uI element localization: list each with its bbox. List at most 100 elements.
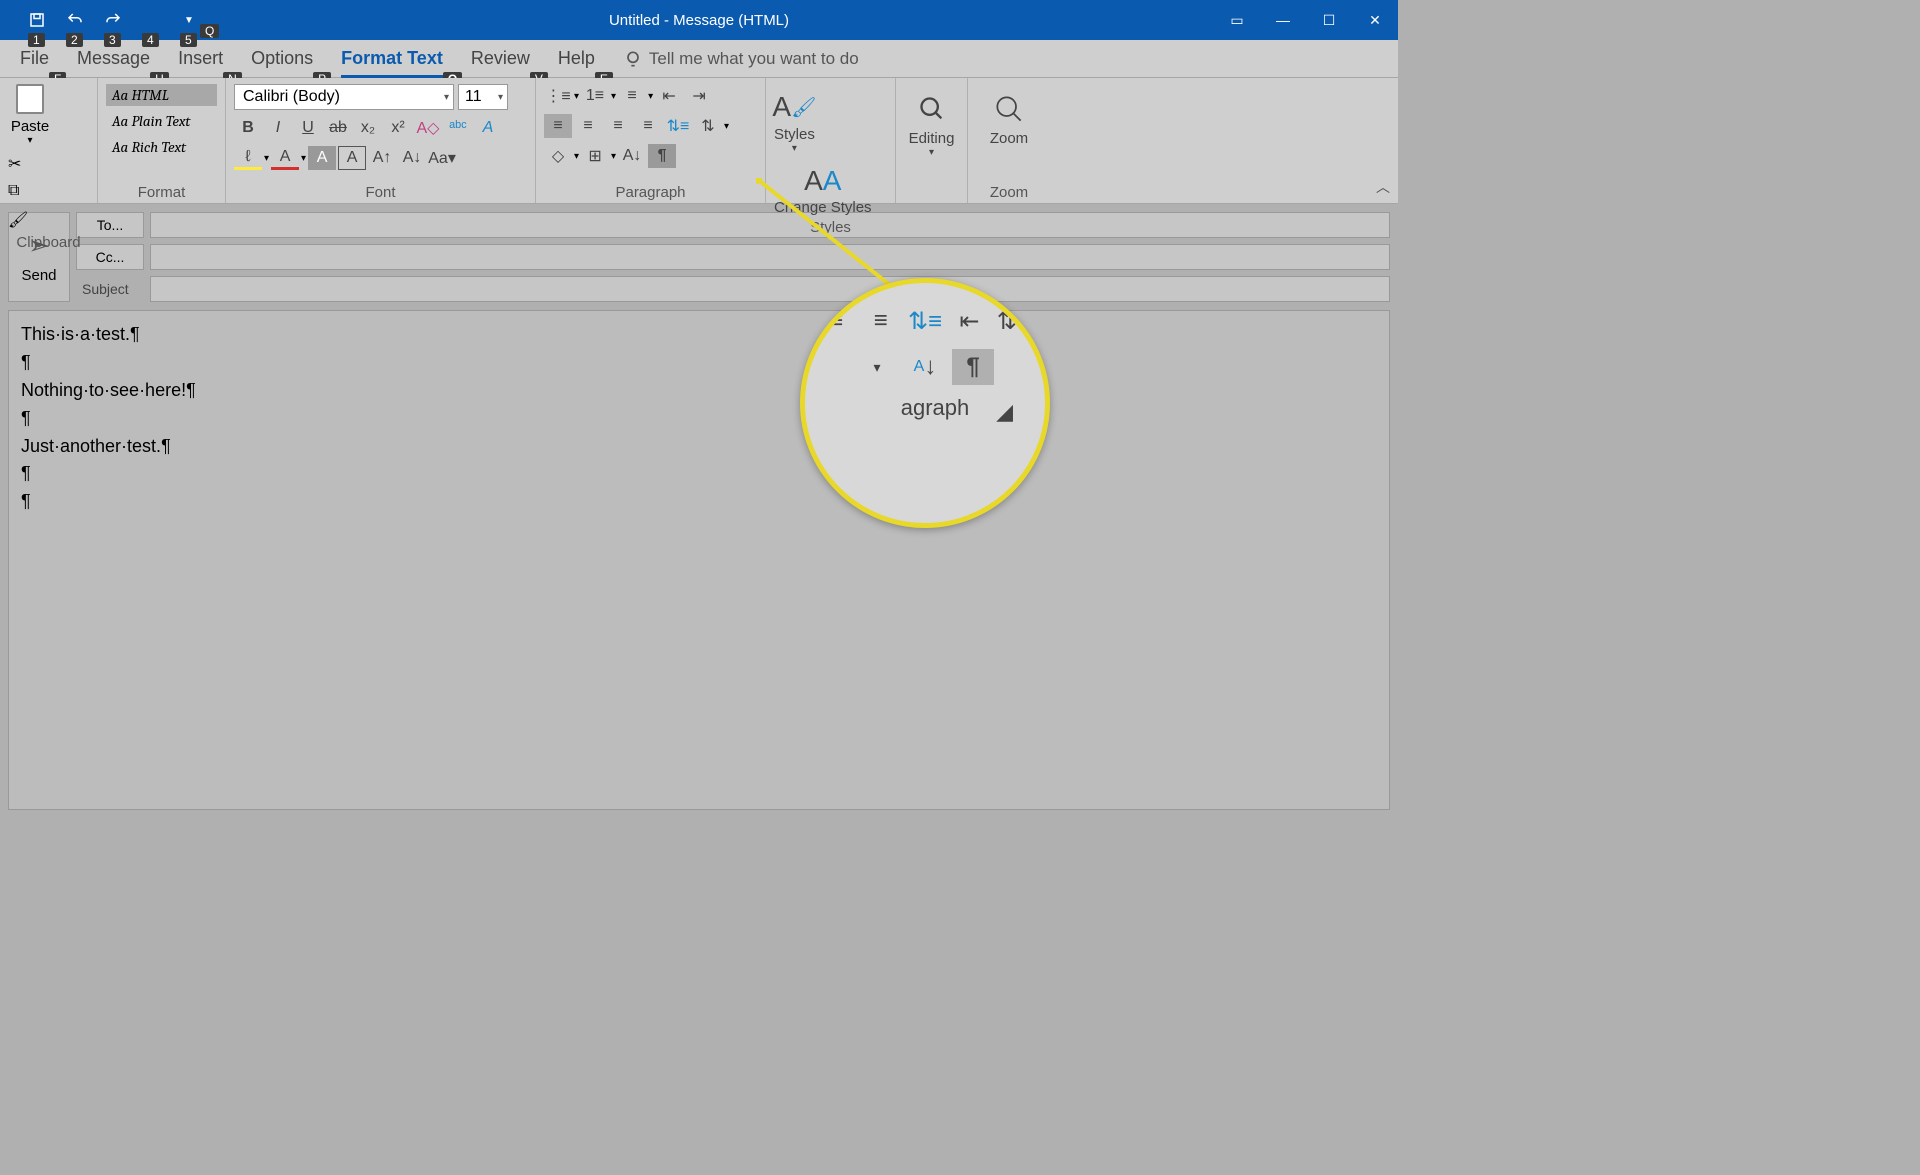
- text-effects-a-button[interactable]: A: [474, 116, 502, 140]
- change-styles-icon: AA: [804, 162, 842, 200]
- clear-format-button[interactable]: A◇: [414, 116, 442, 140]
- qat-badge-2: 2: [66, 33, 83, 47]
- qat-badge-4: 4: [142, 33, 159, 47]
- qat-badge-1: 1: [28, 33, 45, 47]
- cc-input[interactable]: [150, 244, 1390, 270]
- align-left-button[interactable]: ≡: [544, 114, 572, 138]
- zoom-button[interactable]: Zoom: [976, 82, 1042, 153]
- tell-me-search[interactable]: Tell me what you want to do Q: [623, 49, 859, 69]
- multilevel-button[interactable]: ≡: [618, 84, 646, 108]
- tab-message[interactable]: MessageH: [77, 48, 150, 69]
- font-size-select[interactable]: 11▾: [458, 84, 508, 110]
- group-paragraph-label: Paragraph: [544, 182, 757, 201]
- body-line: ¶: [21, 488, 1377, 516]
- message-body[interactable]: This·is·a·test.¶ ¶ Nothing·to·see·here!¶…: [8, 310, 1390, 810]
- highlight-button[interactable]: ℓ: [234, 146, 262, 170]
- mag-decrease-indent-icon: ⇤: [950, 303, 988, 339]
- align-center-button[interactable]: ≡: [574, 114, 602, 138]
- to-input[interactable]: [150, 212, 1390, 238]
- text-effects-button[interactable]: ᵃᵇᶜ: [444, 116, 472, 140]
- grow-font-button[interactable]: A↑: [368, 146, 396, 170]
- group-styles: A🖌 Styles▾ AA Change Styles Styles: [766, 78, 896, 203]
- ribbon-display-icon[interactable]: ▭: [1214, 0, 1260, 40]
- align-right-button[interactable]: ≡: [604, 114, 632, 138]
- tab-help[interactable]: HelpE: [558, 48, 595, 69]
- quick-access-toolbar: 1 2 3 4 ▼ 5: [0, 7, 206, 33]
- format-plain-button[interactable]: Aa Plain Text: [106, 110, 217, 132]
- char-border-button[interactable]: A: [338, 146, 366, 170]
- compose-area: ➣ Send To... Cc... Subject This·is·a·tes…: [0, 204, 1398, 818]
- group-font-label: Font: [234, 182, 527, 201]
- group-clipboard: Paste ▾ ✂ ⧉ 🖌 Clipboard: [0, 78, 98, 203]
- tab-review[interactable]: ReviewV: [471, 48, 530, 69]
- qat-undo-icon[interactable]: 2: [58, 7, 92, 33]
- body-line: This·is·a·test.¶: [21, 321, 1377, 349]
- bullets-button[interactable]: ⋮≡: [544, 84, 572, 108]
- strikethrough-button[interactable]: ab: [324, 116, 352, 140]
- shrink-font-button[interactable]: A↓: [398, 146, 426, 170]
- search-icon: [911, 88, 953, 130]
- collapse-ribbon-button[interactable]: ︿: [1376, 177, 1390, 197]
- group-format-label: Format: [106, 182, 217, 201]
- mag-show-hide-icon: ¶: [952, 349, 994, 385]
- line-spacing-button[interactable]: ⇅≡: [664, 114, 692, 138]
- decrease-indent-button[interactable]: ⇤: [655, 84, 683, 108]
- minimize-button[interactable]: —: [1260, 0, 1306, 40]
- group-format: Aa HTML Aa Plain Text Aa Rich Text Forma…: [98, 78, 226, 203]
- group-font: Calibri (Body)▾ 11▾ B I U ab x₂ x² A◇ ᵃᵇ…: [226, 78, 536, 203]
- qat-redo-icon[interactable]: 3: [96, 7, 130, 33]
- underline-button[interactable]: U: [294, 116, 322, 140]
- body-line: ¶: [21, 405, 1377, 433]
- group-styles-label: Styles: [774, 217, 887, 236]
- qat-item-4[interactable]: 4: [134, 7, 168, 33]
- qat-badge-5: 5: [180, 33, 197, 47]
- ribbon-tabs: FileF MessageH InsertN OptionsP Format T…: [0, 40, 1398, 78]
- subscript-button[interactable]: x₂: [354, 116, 382, 140]
- close-button[interactable]: ✕: [1352, 0, 1398, 40]
- subject-input[interactable]: [150, 276, 1390, 302]
- justify-button[interactable]: ≡: [634, 114, 662, 138]
- show-hide-button[interactable]: ¶: [648, 144, 676, 168]
- tab-insert[interactable]: InsertN: [178, 48, 223, 69]
- format-rich-button[interactable]: Aa Rich Text: [106, 136, 217, 158]
- paste-button[interactable]: Paste ▾: [8, 82, 52, 146]
- font-color-button[interactable]: A: [271, 146, 299, 170]
- body-line: ¶: [21, 460, 1377, 488]
- styles-button[interactable]: A🖌 Styles▾: [774, 88, 815, 154]
- group-editing: Editing▾: [896, 78, 968, 203]
- cut-icon[interactable]: ✂: [8, 154, 30, 176]
- format-painter-icon[interactable]: 🖌: [8, 210, 30, 232]
- shading-button[interactable]: ◇: [544, 144, 572, 168]
- magnifier-callout: ≡ ≡ ⇅≡ ⇤ ⇅≡ ▾ A↓ ¶ agraph ◢: [800, 278, 1050, 528]
- hotkey-tell-me: Q: [200, 24, 219, 38]
- qat-badge-3: 3: [104, 33, 121, 47]
- borders-button[interactable]: ⊞: [581, 144, 609, 168]
- numbering-button[interactable]: 1≡: [581, 84, 609, 108]
- group-clipboard-label: Clipboard: [8, 232, 89, 251]
- sort-button[interactable]: A↓: [618, 144, 646, 168]
- change-case-button[interactable]: Aa▾: [428, 146, 456, 170]
- format-html-button[interactable]: Aa HTML: [106, 84, 217, 106]
- superscript-button[interactable]: x²: [384, 116, 412, 140]
- copy-icon[interactable]: ⧉: [8, 182, 30, 204]
- change-styles-button[interactable]: AA Change Styles: [774, 162, 872, 217]
- styles-icon: A🖌: [775, 88, 813, 126]
- maximize-button[interactable]: ☐: [1306, 0, 1352, 40]
- tab-format-text[interactable]: Format TextO: [341, 48, 443, 69]
- body-line: Nothing·to·see·here!¶: [21, 377, 1377, 405]
- para-spacing-button[interactable]: ⇅: [694, 114, 722, 138]
- char-shading-button[interactable]: A: [308, 146, 336, 170]
- tab-options[interactable]: OptionsP: [251, 48, 313, 69]
- tell-me-label: Tell me what you want to do: [649, 49, 859, 69]
- tab-file[interactable]: FileF: [20, 48, 49, 69]
- window-title: Untitled - Message (HTML): [609, 12, 789, 29]
- group-editing-label: [904, 199, 959, 201]
- editing-button[interactable]: Editing▾: [904, 82, 959, 164]
- font-name-select[interactable]: Calibri (Body)▾: [234, 84, 454, 110]
- bold-button[interactable]: B: [234, 116, 262, 140]
- italic-button[interactable]: I: [264, 116, 292, 140]
- paste-icon: [16, 84, 44, 114]
- increase-indent-button[interactable]: ⇥: [685, 84, 713, 108]
- mag-dd-icon: ▾: [856, 349, 898, 385]
- qat-save-icon[interactable]: 1: [20, 7, 54, 33]
